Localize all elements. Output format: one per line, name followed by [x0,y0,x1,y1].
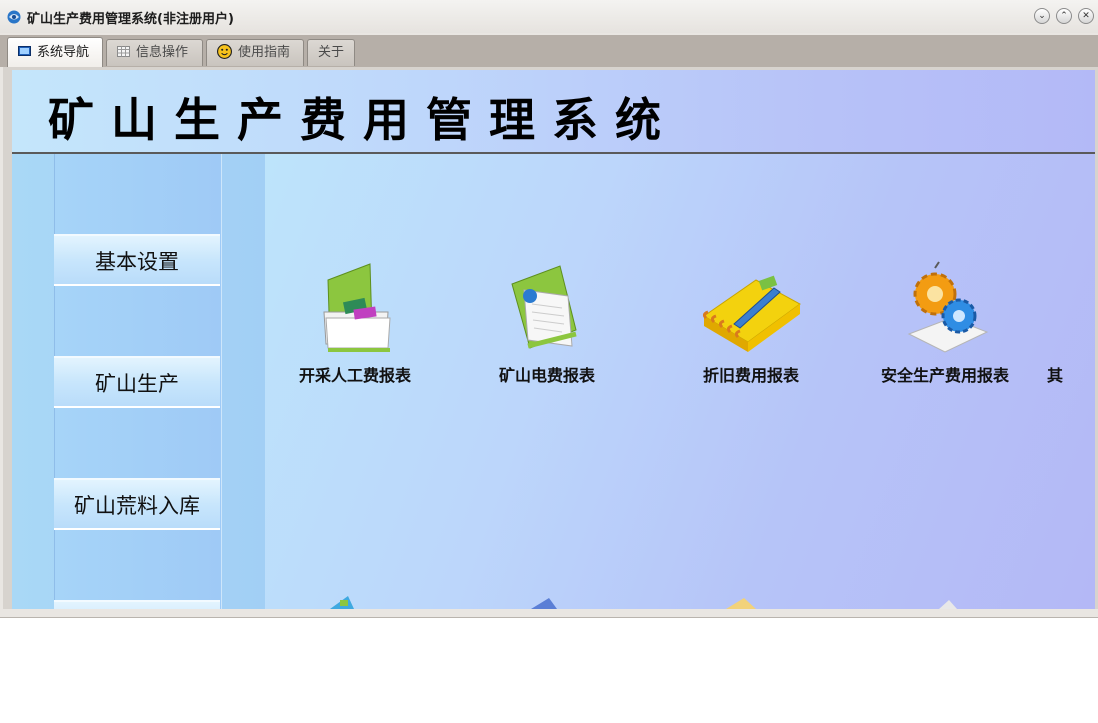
tab-label: 信息操作 [136,45,189,60]
folder-documents-icon [323,263,391,352]
next-row-icon [939,600,957,609]
sidebar-item-basic-settings[interactable]: 基本设置 [54,234,220,286]
smiley-icon [217,44,232,59]
tab-label: 系统导航 [37,45,90,60]
app-window: 矿山生产费用管理系统(非注册用户) ⌄ ⌃ ✕ 系统导航 信息操作 使用指南 关… [0,0,1098,618]
sidebar-item-raw-stone-storage[interactable]: 矿山荒料入库 [54,478,220,530]
tab-system-navigation[interactable]: 系统导航 [7,37,103,67]
next-row-icon [726,598,756,609]
system-header: 矿山生产费用管理系统 [12,70,1095,154]
tile-label: 开采人工费报表 [298,366,411,385]
tile-label: 其 [1047,366,1064,385]
tile-other-report[interactable]: 其 [1047,260,1095,390]
gears-icon [907,261,989,353]
sidebar-item-next[interactable] [54,600,220,609]
maximize-button[interactable]: ⌃ [1056,8,1072,24]
tab-label: 使用指南 [238,45,291,60]
partial-icon [1047,260,1095,360]
tab-info-operation[interactable]: 信息操作 [106,39,203,66]
report-area: 开采人工费报表 矿山电费报表 折旧费用报表 安全生产费用报表 其 [265,154,1095,609]
folder-paper-icon [511,265,577,349]
tab-label: 关于 [318,45,345,60]
minimize-button[interactable]: ⌄ [1034,8,1050,24]
tile-label: 折旧费用报表 [702,366,799,385]
notebook-pencil-icon [702,275,801,352]
tab-about[interactable]: 关于 [307,39,355,66]
navigation-panel: 矿山生产费用管理系统 基本设置 矿山生产 矿山荒料入库 开采人工费报表 矿山电费… [12,70,1095,609]
system-title: 矿山生产费用管理系统 [48,93,678,147]
grid-icon [117,46,130,57]
next-row-icon [330,596,354,609]
content-frame: 矿山生产费用管理系统 基本设置 矿山生产 矿山荒料入库 开采人工费报表 矿山电费… [3,67,1098,609]
tile-depreciation-report[interactable]: 折旧费用报表 [661,260,841,390]
close-button[interactable]: ✕ [1078,8,1094,24]
monitor-icon [18,46,31,56]
sidebar: 基本设置 矿山生产 矿山荒料入库 [12,154,265,609]
title-bar: 矿山生产费用管理系统(非注册用户) ⌄ ⌃ ✕ [0,0,1098,33]
tile-label: 矿山电费报表 [498,366,595,385]
sidebar-item-mine-production[interactable]: 矿山生产 [54,356,220,408]
app-logo-icon [7,10,21,24]
tab-bar: 系统导航 信息操作 使用指南 关于 [0,35,1098,67]
window-title: 矿山生产费用管理系统(非注册用户) [27,12,234,27]
tile-electricity-report[interactable]: 矿山电费报表 [457,260,637,390]
tile-labor-cost-report[interactable]: 开采人工费报表 [265,260,445,390]
tile-safety-cost-report[interactable]: 安全生产费用报表 [855,260,1035,390]
next-row-icon [531,598,557,609]
tile-label: 安全生产费用报表 [880,366,1009,385]
tab-user-guide[interactable]: 使用指南 [206,39,304,66]
